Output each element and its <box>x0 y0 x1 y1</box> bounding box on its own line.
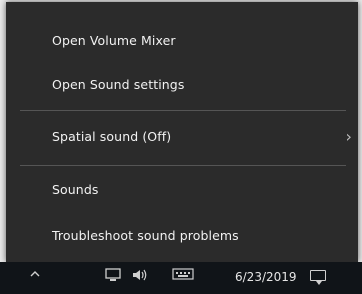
menu-item-open-volume-mixer[interactable]: Open Volume Mixer <box>6 24 358 58</box>
menu-item-label: Sounds <box>52 182 99 197</box>
menu-item-label: Open Volume Mixer <box>52 33 176 48</box>
volume-icon[interactable] <box>132 268 148 287</box>
network-icon[interactable] <box>105 268 121 287</box>
menu-item-label: Troubleshoot sound problems <box>52 228 239 243</box>
keyboard-icon[interactable] <box>172 268 194 285</box>
chevron-right-icon: › <box>345 127 352 146</box>
menu-item-label: Open Sound settings <box>52 77 185 92</box>
menu-separator <box>20 110 346 111</box>
menu-item-label: Spatial sound (Off) <box>52 129 172 144</box>
taskbar: 6/23/2019 <box>0 262 362 294</box>
menu-item-troubleshoot[interactable]: Troubleshoot sound problems <box>6 219 358 253</box>
menu-item-open-sound-settings[interactable]: Open Sound settings <box>6 68 358 102</box>
sound-context-menu: Open Volume Mixer Open Sound settings Sp… <box>6 2 358 262</box>
clock-date[interactable]: 6/23/2019 <box>235 270 297 284</box>
notification-icon[interactable] <box>310 270 326 285</box>
menu-separator <box>20 165 346 166</box>
chevron-up-icon[interactable] <box>30 268 40 284</box>
menu-item-sounds[interactable]: Sounds <box>6 173 358 207</box>
desktop-screen: Open Volume Mixer Open Sound settings Sp… <box>0 0 362 294</box>
menu-item-spatial-sound[interactable]: Spatial sound (Off) › <box>6 120 358 154</box>
